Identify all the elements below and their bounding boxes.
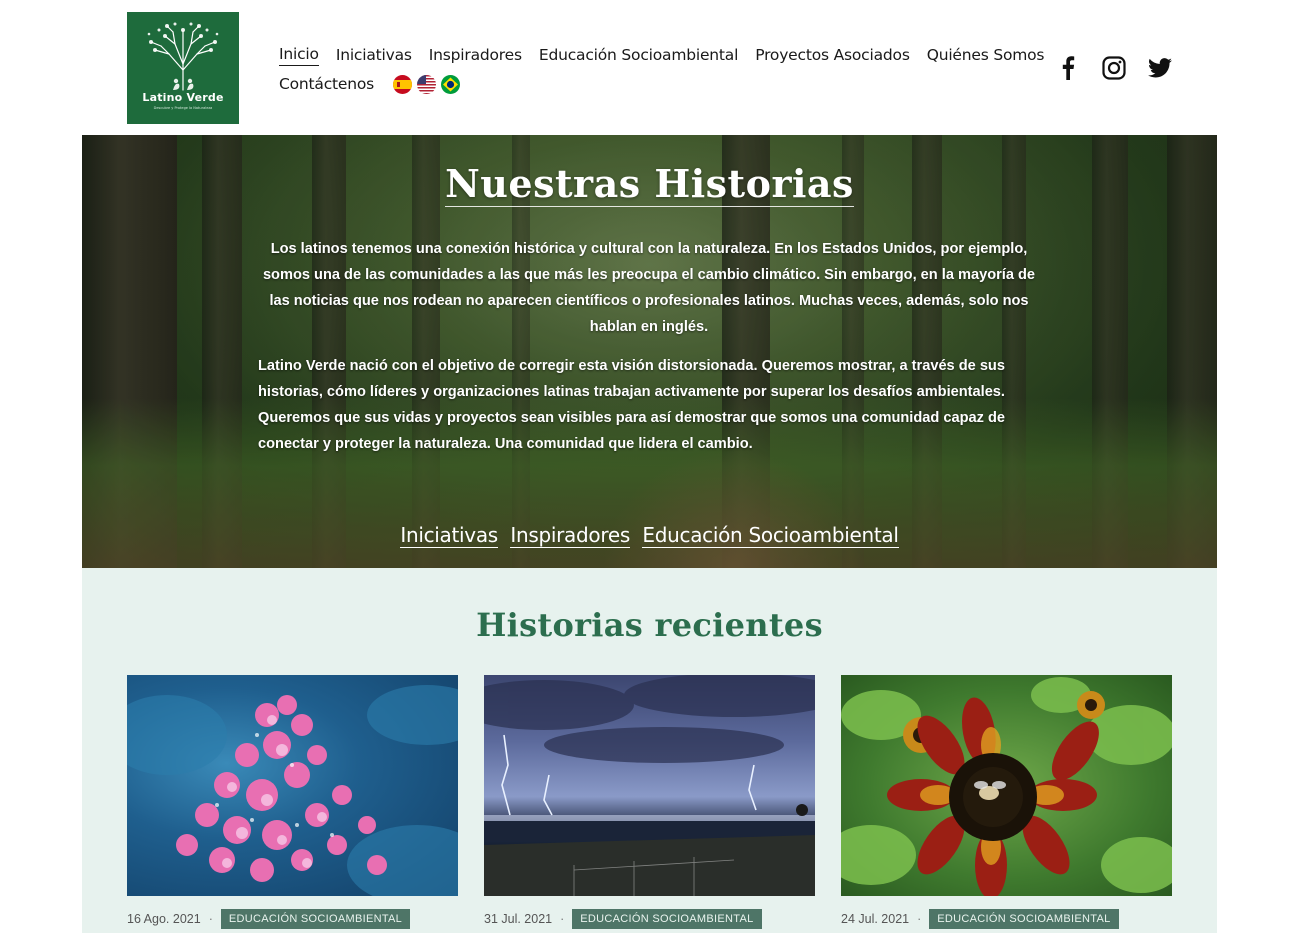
hero-title: Nuestras Historias bbox=[445, 161, 854, 207]
language-flags bbox=[393, 74, 465, 94]
main-nav: Inicio Iniciativas Inspiradores Educació… bbox=[279, 44, 1045, 95]
story-meta: 16 Ago. 2021 · EDUCACIÓN SOCIOAMBIENTAL bbox=[127, 908, 458, 929]
hero-link-educacion-socioambiental[interactable]: Educación Socioambiental bbox=[642, 523, 899, 548]
nav-item-inicio[interactable]: Inicio bbox=[279, 45, 319, 66]
recent-stories-section: Historias recientes 16 Ago. 2021 · EDUCA… bbox=[82, 568, 1217, 933]
story-card: 24 Jul. 2021 · EDUCACIÓN SOCIOAMBIENTAL bbox=[841, 675, 1172, 929]
hero-paragraph-1: Los latinos tenemos una conexión históri… bbox=[262, 241, 1036, 335]
story-category-tag[interactable]: EDUCACIÓN SOCIOAMBIENTAL bbox=[220, 908, 411, 929]
story-date: 31 Jul. 2021 bbox=[484, 911, 553, 926]
meta-separator: · bbox=[208, 911, 213, 926]
hero-links: Iniciativas Inspiradores Educación Socio… bbox=[82, 523, 1217, 548]
nav-item-iniciativas[interactable]: Iniciativas bbox=[336, 46, 412, 64]
spain-flag-icon[interactable] bbox=[393, 74, 413, 94]
meta-separator: · bbox=[560, 911, 565, 926]
site-header: Latino Verde Descubre y Protege la Natur… bbox=[0, 0, 1300, 135]
nav-item-educacion-socioambiental[interactable]: Educación Socioambiental bbox=[539, 46, 739, 64]
story-image-storm[interactable] bbox=[484, 675, 815, 896]
nav-item-proyectos-asociados[interactable]: Proyectos Asociados bbox=[755, 46, 910, 64]
usa-flag-icon[interactable] bbox=[417, 74, 437, 94]
story-image-coral[interactable] bbox=[127, 675, 458, 896]
social-links bbox=[1055, 55, 1193, 81]
story-category-tag[interactable]: EDUCACIÓN SOCIOAMBIENTAL bbox=[929, 908, 1119, 929]
story-date: 24 Jul. 2021 bbox=[841, 911, 910, 926]
hero-banner: Nuestras Historias Los latinos tenemos u… bbox=[82, 135, 1217, 568]
latino-verde-logo[interactable]: Latino Verde Descubre y Protege la Natur… bbox=[127, 12, 239, 124]
nav-item-inspiradores[interactable]: Inspiradores bbox=[429, 46, 522, 64]
facebook-icon[interactable] bbox=[1055, 55, 1081, 81]
story-image-sunflower[interactable] bbox=[841, 675, 1172, 896]
story-card: 31 Jul. 2021 · EDUCACIÓN SOCIOAMBIENTAL bbox=[484, 675, 815, 929]
logo-text: Latino Verde bbox=[142, 91, 224, 104]
recent-stories-title: Historias recientes bbox=[476, 606, 823, 644]
story-meta: 31 Jul. 2021 · EDUCACIÓN SOCIOAMBIENTAL bbox=[484, 908, 815, 929]
brazil-flag-icon[interactable] bbox=[441, 74, 461, 94]
nav-item-quienes-somos[interactable]: Quiénes Somos bbox=[927, 46, 1045, 64]
hero-link-inspiradores[interactable]: Inspiradores bbox=[510, 523, 630, 548]
hero-paragraph-2: Latino Verde nació con el objetivo de co… bbox=[258, 358, 1005, 452]
story-date: 16 Ago. 2021 bbox=[127, 911, 201, 926]
hero-link-iniciativas[interactable]: Iniciativas bbox=[400, 523, 498, 548]
twitter-icon[interactable] bbox=[1147, 55, 1173, 81]
tree-icon bbox=[147, 22, 219, 91]
instagram-icon[interactable] bbox=[1101, 55, 1127, 81]
story-card: 16 Ago. 2021 · EDUCACIÓN SOCIOAMBIENTAL bbox=[127, 675, 458, 929]
hero-title-wrap: Nuestras Historias bbox=[82, 161, 1217, 207]
story-category-tag[interactable]: EDUCACIÓN SOCIOAMBIENTAL bbox=[572, 908, 762, 929]
logo-tagline: Descubre y Protege la Naturaleza bbox=[153, 106, 213, 110]
nav-item-contactenos[interactable]: Contáctenos bbox=[279, 75, 374, 93]
story-meta: 24 Jul. 2021 · EDUCACIÓN SOCIOAMBIENTAL bbox=[841, 908, 1172, 929]
meta-separator: · bbox=[917, 911, 922, 926]
